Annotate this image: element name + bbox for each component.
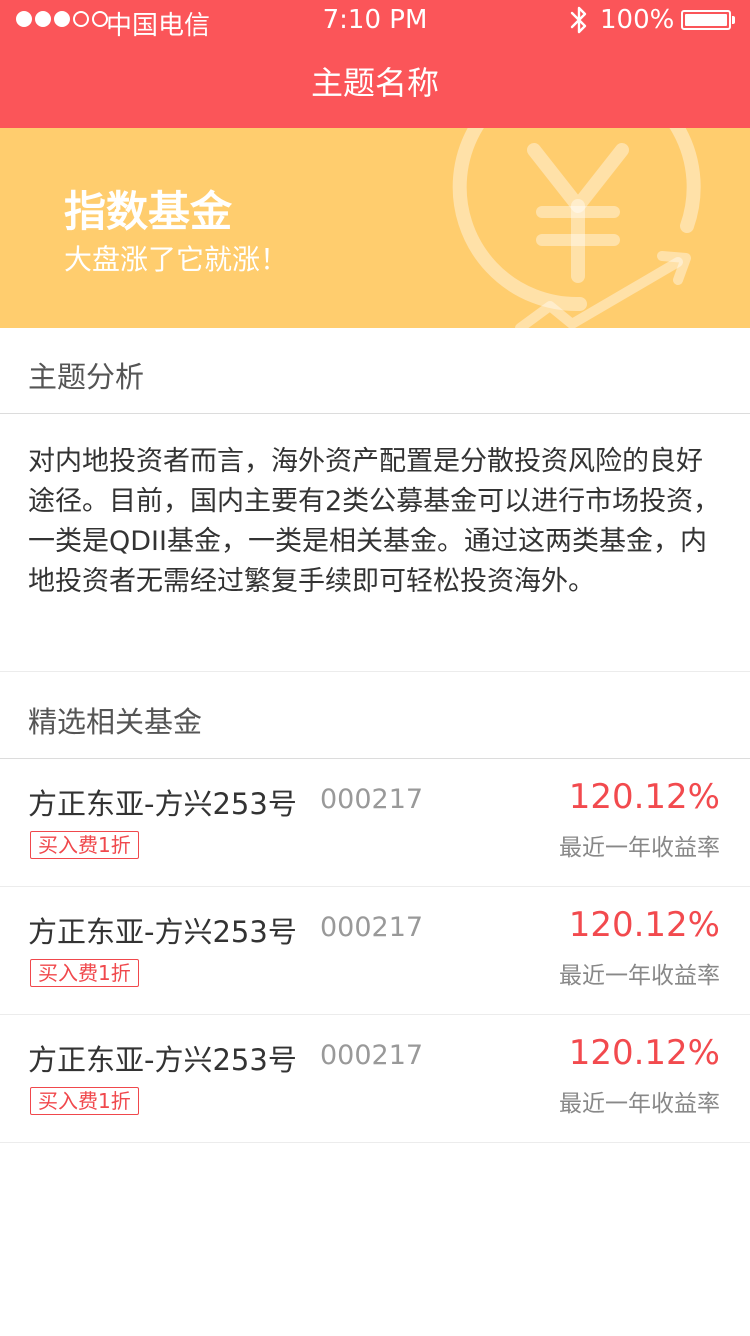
status-bar: 中国电信 7:10 PM 100%: [0, 0, 750, 44]
analysis-section-header: 主题分析: [0, 328, 750, 414]
fund-name: 方正东亚-方兴253号: [28, 915, 297, 949]
analysis-heading: 主题分析: [28, 360, 145, 394]
fund-yield: 120.12%: [568, 1033, 720, 1073]
fund-yield-label: 最近一年收益率: [559, 963, 720, 989]
fund-row[interactable]: 方正东亚-方兴253号 000217 买入费1折 120.12% 最近一年收益率: [0, 1015, 750, 1143]
fund-row[interactable]: 方正东亚-方兴253号 000217 买入费1折 120.12% 最近一年收益率: [0, 759, 750, 887]
fund-yield-label: 最近一年收益率: [559, 1091, 720, 1117]
banner-title: 指数基金: [64, 187, 233, 236]
fund-code: 000217: [320, 784, 424, 815]
analysis-text: 对内地投资者而言，海外资产配置是分散投资风险的良好途径。目前，国内主要有2类公募…: [0, 416, 750, 672]
fund-yield: 120.12%: [568, 777, 720, 817]
fund-name: 方正东亚-方兴253号: [28, 787, 297, 821]
banner-subtitle: 大盘涨了它就涨！: [64, 243, 289, 276]
funds-section-header: 精选相关基金: [0, 673, 750, 759]
fee-discount-badge: 买入费1折: [30, 831, 139, 859]
fund-code: 000217: [320, 912, 424, 943]
fund-name: 方正东亚-方兴253号: [28, 1043, 297, 1077]
fee-discount-badge: 买入费1折: [30, 959, 139, 987]
fund-row[interactable]: 方正东亚-方兴253号 000217 买入费1折 120.12% 最近一年收益率: [0, 887, 750, 1015]
bluetooth-icon: [568, 5, 590, 42]
battery-icon: [681, 10, 735, 30]
page-title: 主题名称: [310, 64, 439, 102]
theme-banner: 指数基金 大盘涨了它就涨！: [0, 128, 750, 328]
fund-code: 000217: [320, 1040, 424, 1071]
fee-discount-badge: 买入费1折: [30, 1087, 139, 1115]
funds-heading: 精选相关基金: [28, 705, 203, 739]
top-bar: 中国电信 7:10 PM 100% 主题名称: [0, 0, 750, 128]
fund-yield: 120.12%: [568, 905, 720, 945]
battery-percentage: 100%: [600, 5, 675, 35]
yen-growth-icon: [452, 128, 701, 328]
fund-yield-label: 最近一年收益率: [559, 835, 720, 861]
